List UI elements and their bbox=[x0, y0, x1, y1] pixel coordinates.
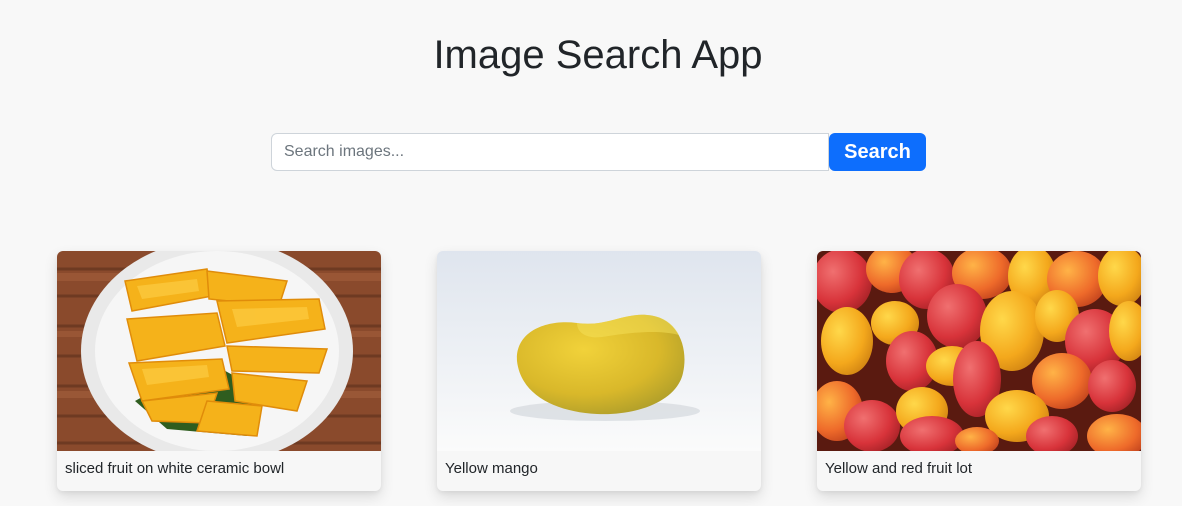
result-image[interactable] bbox=[57, 251, 381, 451]
search-button[interactable]: Search bbox=[829, 133, 926, 171]
image-search-app: Image Search App Search images... Search… bbox=[0, 0, 1182, 506]
page-title: Image Search App bbox=[433, 33, 763, 77]
result-caption: Yellow and red fruit lot bbox=[825, 460, 973, 477]
result-card[interactable]: Yellow mango bbox=[437, 251, 761, 491]
search-input[interactable] bbox=[271, 133, 829, 171]
result-card[interactable]: sliced fruit on white ceramic bowl bbox=[57, 251, 381, 491]
result-caption: Yellow mango bbox=[445, 460, 538, 477]
result-caption: sliced fruit on white ceramic bowl bbox=[65, 460, 285, 477]
result-image[interactable] bbox=[437, 251, 761, 451]
result-image[interactable] bbox=[817, 251, 1141, 451]
search-bar: Search bbox=[271, 133, 926, 171]
result-card[interactable]: Yellow and red fruit lot bbox=[817, 251, 1141, 491]
